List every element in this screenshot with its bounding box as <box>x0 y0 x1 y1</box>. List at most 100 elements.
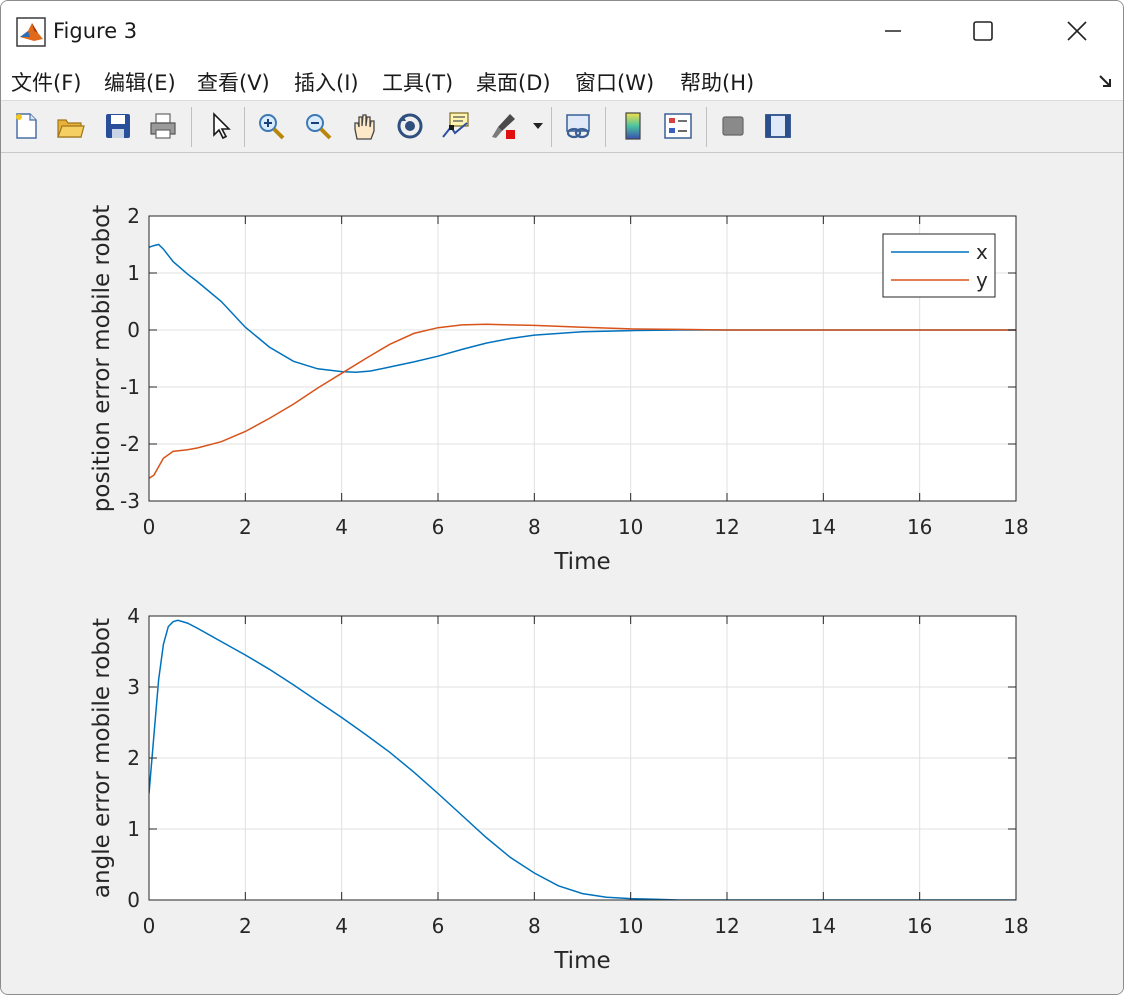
x-tick-label: 12 <box>714 914 739 938</box>
legend-label-y: y <box>976 268 988 292</box>
minimize-icon <box>885 30 901 32</box>
show-plot-tools-icon <box>765 114 791 138</box>
hide-plot-tools-icon <box>722 116 744 136</box>
x-tick-label: 8 <box>528 515 541 539</box>
x-tick-label: 12 <box>714 515 739 539</box>
y-tick-label: 0 <box>127 318 140 342</box>
brush-dropdown-button[interactable] <box>529 109 547 143</box>
x-tick-label: 4 <box>335 515 348 539</box>
plot-svg: 0 2 4 6 8 10 12 14 16 18-3-2-1012Timeposition err… <box>89 204 1029 974</box>
x-tick-label: 2 <box>239 515 252 539</box>
y-tick-label: 1 <box>127 261 140 285</box>
menu-insert[interactable]: 插入(I) <box>294 67 359 97</box>
x-tick-label: 4 <box>335 914 348 938</box>
zoom-in-icon <box>259 114 285 140</box>
y-axis-label: angle error mobile robot <box>89 618 115 898</box>
y-tick-label: -3 <box>120 489 140 513</box>
legend-label-x: x <box>976 240 988 264</box>
y-tick-label: -1 <box>120 375 140 399</box>
menu-tools[interactable]: 工具(T) <box>382 67 453 97</box>
new-figure-icon <box>16 113 37 139</box>
x-tick-label: 16 <box>907 515 932 539</box>
y-axis-label: position error mobile robot <box>89 205 115 512</box>
menu-bar: 文件(F) 编辑(E) 查看(V) 插入(I) 工具(T) 桌面(D) 窗口(W… <box>1 61 1123 101</box>
data-cursor-icon <box>442 112 469 138</box>
rotate-3d-icon <box>397 113 423 139</box>
y-tick-label: 3 <box>127 675 140 699</box>
show-plot-tools-button[interactable] <box>761 109 795 143</box>
x-tick-label: 16 <box>907 914 932 938</box>
hide-plot-tools-button[interactable] <box>716 109 750 143</box>
menu-desktop[interactable]: 桌面(D) <box>476 67 551 97</box>
y-tick-label: 1 <box>127 817 140 841</box>
save-button[interactable] <box>101 109 135 143</box>
colorbar-icon <box>625 112 641 140</box>
link-plot-button[interactable] <box>561 109 595 143</box>
link-plot-icon <box>566 114 590 139</box>
x-tick-label: 6 <box>432 914 445 938</box>
legend-button[interactable] <box>661 109 695 143</box>
zoom-out-icon <box>306 114 332 140</box>
toolbar-separator <box>244 107 245 147</box>
y-tick-label: 2 <box>127 746 140 770</box>
menu-view[interactable]: 查看(V) <box>197 67 270 97</box>
x-tick-label: 18 <box>1003 914 1028 938</box>
minimize-button[interactable] <box>847 1 939 61</box>
y-tick-label: 2 <box>127 204 140 228</box>
toolbar-separator <box>551 107 552 147</box>
menu-window[interactable]: 窗口(W) <box>575 67 654 97</box>
x-tick-label: 0 <box>143 515 156 539</box>
x-tick-label: 2 <box>239 914 252 938</box>
zoom-in-button[interactable] <box>254 109 288 143</box>
x-tick-label: 8 <box>528 914 541 938</box>
x-tick-label: 10 <box>618 914 643 938</box>
legend-icon <box>664 113 692 139</box>
x-tick-label: 6 <box>432 515 445 539</box>
y-tick-label: 0 <box>127 888 140 912</box>
close-button[interactable] <box>1031 1 1123 61</box>
zoom-out-button[interactable] <box>301 109 335 143</box>
x-axis-label: Time <box>553 549 610 575</box>
x-axis-label: Time <box>553 948 610 974</box>
toolbar <box>1 101 1123 153</box>
save-icon <box>106 114 130 138</box>
brush-icon <box>492 114 515 139</box>
colorbar-button[interactable] <box>616 109 650 143</box>
pointer-button[interactable] <box>203 109 237 143</box>
print-button[interactable] <box>146 109 180 143</box>
menu-edit[interactable]: 编辑(E) <box>104 67 176 97</box>
x-tick-label: 14 <box>811 515 836 539</box>
data-cursor-button[interactable] <box>439 109 473 143</box>
matlab-logo-icon <box>16 17 46 47</box>
pan-hand-icon <box>354 114 375 140</box>
menu-help[interactable]: 帮助(H) <box>680 67 754 97</box>
print-icon <box>150 113 176 139</box>
open-file-button[interactable] <box>53 109 87 143</box>
figure-canvas: 0 2 4 6 8 10 12 14 16 18 -3 -2 -1 0 1 2 Time position err… <box>1 153 1123 994</box>
menu-file[interactable]: 文件(F) <box>11 67 81 97</box>
figure-window: Figure 3 文件(F) 编辑(E) 查看(V) 插入(I) 工具(T) 桌… <box>0 0 1124 995</box>
toolbar-separator <box>605 107 606 147</box>
maximize-button[interactable] <box>937 1 1029 61</box>
x-tick-label: 10 <box>618 515 643 539</box>
new-figure-button[interactable] <box>9 109 43 143</box>
axes-1: 0 2 4 6 8 10 12 14 16 18-3-2-1012Timeposition err… <box>89 204 1029 575</box>
title-bar[interactable]: Figure 3 <box>1 1 1123 61</box>
dropdown-arrow-icon <box>533 123 543 129</box>
rotate-3d-button[interactable] <box>393 109 427 143</box>
x-tick-label: 0 <box>143 914 156 938</box>
x-tick-label: 14 <box>811 914 836 938</box>
axes-2: 0 2 4 6 8 10 12 14 16 1801234Timeangle error mobi… <box>89 604 1029 974</box>
pan-button[interactable] <box>347 109 381 143</box>
close-icon <box>1067 21 1087 41</box>
window-title: Figure 3 <box>53 19 138 43</box>
x-tick-label: 18 <box>1003 515 1028 539</box>
pointer-icon <box>213 112 231 140</box>
y-tick-label: 4 <box>127 604 140 628</box>
y-tick-label: -2 <box>120 432 140 456</box>
brush-button[interactable] <box>486 109 520 143</box>
dock-arrow-icon[interactable] <box>1097 71 1115 89</box>
toolbar-separator <box>191 107 192 147</box>
maximize-icon <box>973 21 993 41</box>
toolbar-separator <box>706 107 707 147</box>
